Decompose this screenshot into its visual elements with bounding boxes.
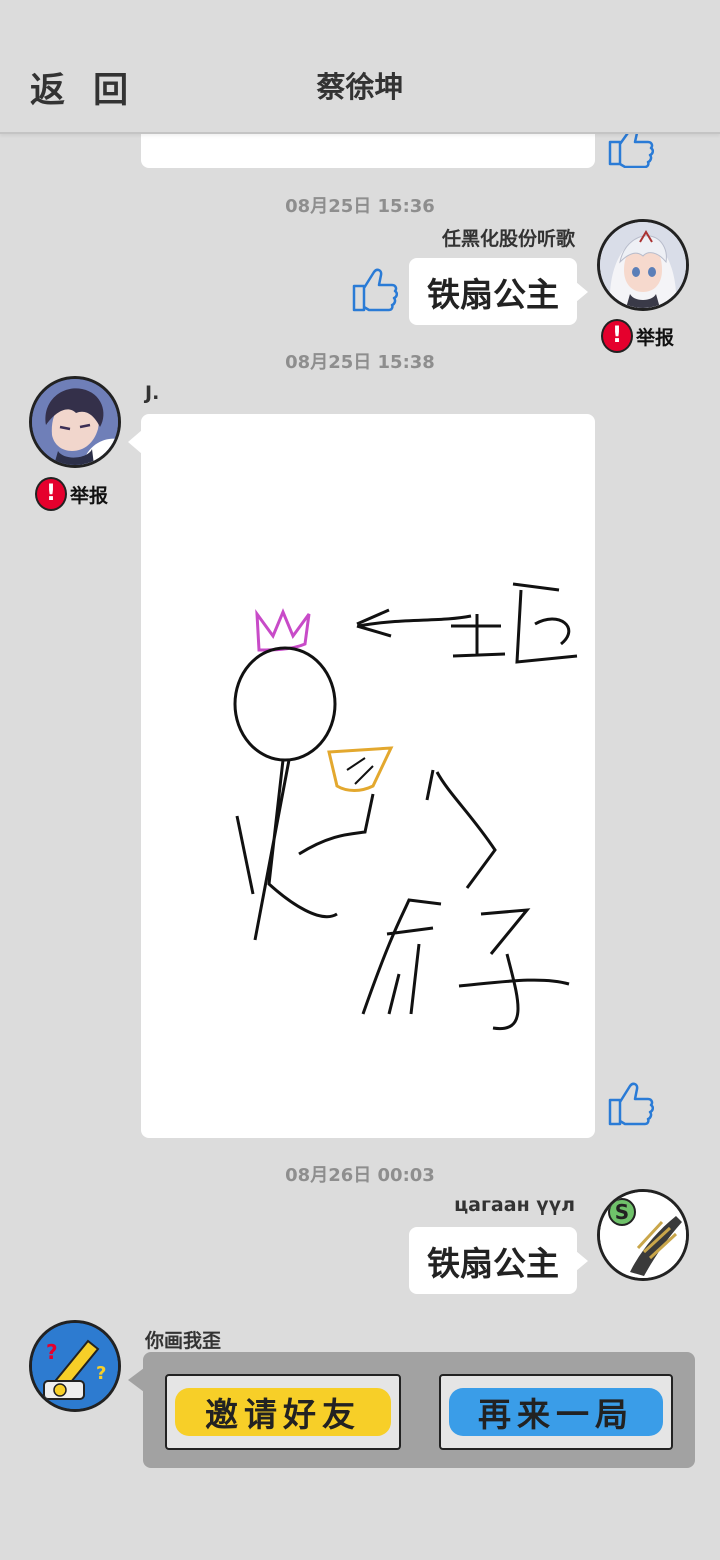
sender-nickname: 你画我歪 (145, 1330, 222, 1352)
avatar[interactable]: S (597, 1189, 689, 1281)
game-invite-card: 邀请好友 再来一局 (143, 1352, 695, 1468)
sender-nickname: J. (145, 382, 160, 404)
sender-nickname: цагаан үүл (454, 1194, 575, 1216)
invite-friends-label: 邀请好友 (205, 1395, 361, 1434)
thumbs-up-icon[interactable] (604, 1078, 654, 1130)
timestamp: 08月25日 15:38 (285, 352, 435, 373)
invite-friends-button[interactable]: 邀请好友 (165, 1374, 401, 1450)
svg-text:?: ? (96, 1363, 106, 1384)
avatar[interactable] (29, 376, 121, 468)
sender-nickname: 任黑化股份听歌 (441, 228, 575, 250)
svg-text:?: ? (46, 1340, 58, 1364)
timestamp: 08月25日 15:36 (285, 196, 435, 217)
bubble-tail (576, 1251, 588, 1271)
report-label: 举报 (636, 326, 675, 349)
timestamp: 08月26日 00:03 (285, 1165, 435, 1186)
sketch-drawing (233, 582, 578, 1031)
thumbs-up-icon[interactable] (348, 264, 398, 316)
message-bubble[interactable]: 铁扇公主 (409, 258, 577, 325)
report-icon: ! (35, 477, 67, 511)
avatar[interactable]: ? ? (29, 1320, 121, 1412)
bubble-tail (128, 430, 142, 454)
message-bubble[interactable]: 铁扇公主 (409, 1227, 577, 1294)
report-button[interactable]: ! 举报 (35, 477, 108, 511)
report-label: 举报 (70, 484, 109, 507)
play-again-button[interactable]: 再来一局 (439, 1374, 673, 1450)
play-again-label: 再来一局 (478, 1395, 634, 1434)
avatar[interactable] (597, 219, 689, 311)
top-bar: 返 回 蔡徐坤 (0, 0, 720, 134)
drawing-bubble[interactable] (141, 414, 595, 1138)
bubble-tail (128, 1368, 144, 1392)
svg-text:S: S (615, 1200, 629, 1224)
bubble-tail (576, 282, 588, 302)
page-title: 蔡徐坤 (316, 70, 404, 104)
